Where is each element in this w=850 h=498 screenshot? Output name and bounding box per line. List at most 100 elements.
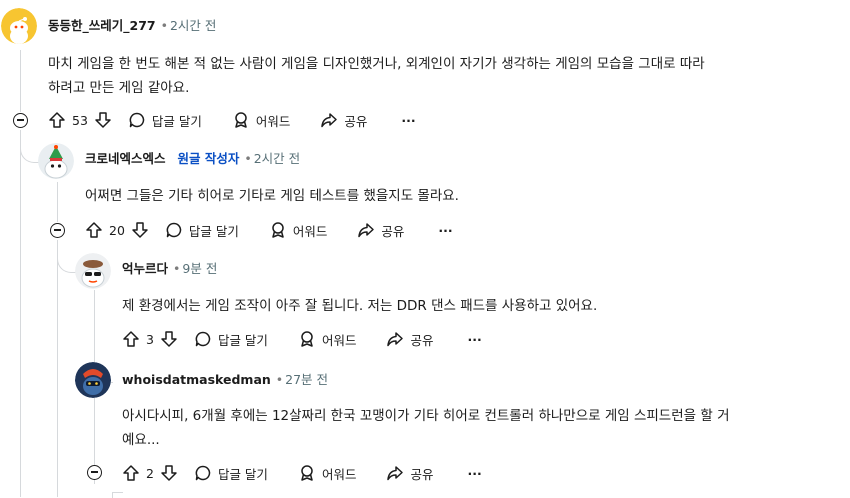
- upvote-icon: [49, 112, 65, 128]
- comment-bubble-icon: [129, 112, 145, 128]
- upvote-button[interactable]: [122, 464, 140, 482]
- award-button[interactable]: 어워드: [269, 221, 328, 240]
- share-button[interactable]: 공유: [386, 464, 433, 483]
- more-options-icon: ···: [467, 331, 482, 347]
- comment-text-line: 제 환경에서는 게임 조작이 아주 잘 됩니다. 저는 DDR 댄스 패드를 사…: [122, 298, 598, 314]
- reply-label: 답글 달기: [217, 332, 268, 348]
- downvote-button[interactable]: [160, 330, 178, 348]
- separator-dot: •: [160, 18, 168, 33]
- comment-text-line: 예요...: [122, 432, 160, 448]
- downvote-icon: [95, 112, 111, 128]
- share-button[interactable]: 공유: [320, 111, 367, 130]
- downvote-icon: [132, 222, 148, 238]
- downvote-icon: [161, 465, 177, 481]
- downvote-icon: [161, 331, 177, 347]
- comment-text-line: 아시다시피, 6개월 후에는 12살짜리 한국 꼬맹이가 기타 히어로 컨트롤러…: [122, 408, 730, 424]
- comment-actions: 3 답글 달기 어워드 공유 ···: [122, 327, 482, 351]
- comment-bubble-icon: [166, 222, 182, 238]
- share-icon: [387, 466, 404, 481]
- more-options-button[interactable]: ···: [467, 466, 481, 481]
- share-icon: [387, 332, 404, 347]
- timestamp: 27분 전: [285, 372, 329, 387]
- comment-header: 크로네엑스엑스 원글 작성자 • 2시간 전: [85, 151, 300, 167]
- username[interactable]: whoisdatmaskedman: [122, 372, 271, 387]
- upvote-icon: [123, 331, 139, 347]
- downvote-button[interactable]: [160, 464, 178, 482]
- username[interactable]: 크로네엑스엑스: [85, 151, 166, 166]
- award-button[interactable]: 어워드: [298, 464, 357, 483]
- award-icon: [301, 331, 313, 347]
- username[interactable]: 억누르다: [122, 261, 168, 276]
- comment-text-line: 하려고 만든 게임 같아요.: [48, 80, 190, 96]
- more-options-button[interactable]: ···: [467, 332, 481, 347]
- timestamp: 2시간 전: [169, 18, 217, 33]
- vote-count: 2: [146, 465, 154, 481]
- upvote-button[interactable]: [122, 330, 140, 348]
- reply-button[interactable]: 답글 달기: [128, 111, 202, 130]
- comment-header: 동등한_쓰레기_277 • 2시간 전: [48, 18, 216, 34]
- vote-count: 53: [72, 112, 88, 128]
- more-options-icon: ···: [438, 222, 453, 238]
- timestamp: 2시간 전: [253, 151, 301, 166]
- collapse-thread-button[interactable]: [87, 465, 102, 480]
- more-options-icon: ···: [401, 112, 416, 128]
- reply-label: 답글 달기: [217, 466, 268, 482]
- comment-actions: 2 답글 달기 어워드 공유 ···: [122, 461, 482, 485]
- share-icon: [321, 113, 338, 128]
- award-icon: [272, 222, 284, 238]
- share-label: 공유: [381, 223, 405, 239]
- thread-line-1: [20, 50, 21, 112]
- collapse-thread-button[interactable]: [50, 223, 65, 238]
- upvote-icon: [86, 222, 102, 238]
- downvote-button[interactable]: [94, 111, 112, 129]
- comment-bubble-icon: [195, 331, 211, 347]
- reply-button[interactable]: 답글 달기: [194, 464, 268, 483]
- upvote-icon: [123, 465, 139, 481]
- avatar[interactable]: [1, 8, 37, 44]
- avatar[interactable]: [75, 362, 111, 398]
- reply-button[interactable]: 답글 달기: [165, 221, 239, 240]
- reply-button[interactable]: 답글 달기: [194, 330, 268, 349]
- reply-label: 답글 달기: [188, 223, 239, 239]
- avatar[interactable]: [75, 253, 111, 289]
- comment-header: 억누르다 • 9분 전: [122, 261, 217, 277]
- more-options-button[interactable]: ···: [438, 223, 452, 238]
- award-label: 어워드: [321, 466, 357, 482]
- comment-body: 마치 게임을 한 번도 해본 적 없는 사람이 게임을 디자인했거나, 외계인이…: [48, 52, 838, 100]
- reply-label: 답글 달기: [151, 113, 202, 129]
- comment-body: 제 환경에서는 게임 조작이 아주 잘 됩니다. 저는 DDR 댄스 패드를 사…: [122, 294, 837, 318]
- comment-actions: 20 답글 달기 어워드 공유 ···: [85, 218, 453, 242]
- award-label: 어워드: [321, 332, 357, 348]
- more-options-button[interactable]: ···: [401, 113, 415, 128]
- separator-dot: •: [173, 261, 181, 276]
- award-label: 어워드: [255, 113, 291, 129]
- share-button[interactable]: 공유: [357, 221, 404, 240]
- avatar[interactable]: [38, 143, 74, 179]
- more-options-icon: ···: [467, 465, 482, 481]
- op-badge: 원글 작성자: [177, 151, 240, 166]
- share-button[interactable]: 공유: [386, 330, 433, 349]
- comment-header: whoisdatmaskedman • 27분 전: [122, 372, 328, 388]
- share-label: 공유: [410, 466, 434, 482]
- comment-body: 어쩌면 그들은 기타 히어로 기타로 게임 테스트를 했을지도 몰라요.: [85, 184, 835, 208]
- upvote-button[interactable]: [85, 221, 103, 239]
- separator-dot: •: [244, 151, 252, 166]
- share-icon: [358, 223, 375, 238]
- share-label: 공유: [410, 332, 434, 348]
- share-label: 공유: [344, 113, 368, 129]
- upvote-button[interactable]: [48, 111, 66, 129]
- collapse-thread-button[interactable]: [13, 113, 28, 128]
- downvote-button[interactable]: [131, 221, 149, 239]
- timestamp: 9분 전: [182, 261, 218, 276]
- award-button[interactable]: 어워드: [298, 330, 357, 349]
- thread-hook-3: [57, 250, 76, 273]
- award-button[interactable]: 어워드: [232, 111, 291, 130]
- award-label: 어워드: [292, 223, 328, 239]
- next-reply-hook: [112, 492, 123, 498]
- username[interactable]: 동등한_쓰레기_277: [48, 18, 156, 33]
- award-icon: [235, 112, 247, 128]
- separator-dot: •: [275, 372, 284, 387]
- thread-line-2b: [57, 240, 58, 497]
- thread-hook-2: [20, 140, 39, 163]
- comment-text-line: 마치 게임을 한 번도 해본 적 없는 사람이 게임을 디자인했거나, 외계인이…: [48, 56, 705, 72]
